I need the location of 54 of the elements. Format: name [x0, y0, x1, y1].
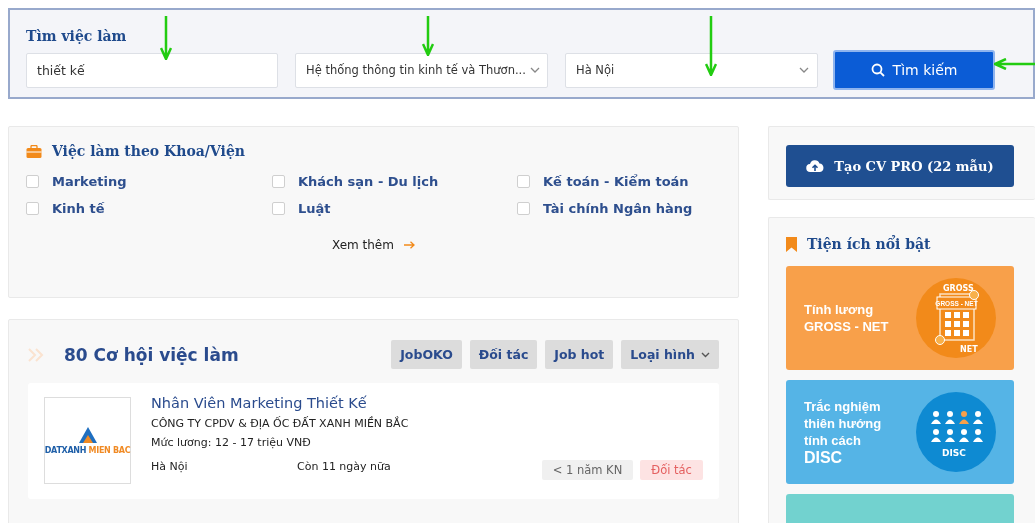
filter-button[interactable]: JobOKO [391, 340, 462, 369]
triangle-logo-icon [77, 426, 98, 444]
search-title: Tìm việc làm [26, 28, 127, 44]
checkbox[interactable] [272, 202, 285, 215]
utility-tile[interactable]: Trắc nghiệm thiên hướng tính cách DISC DISC [785, 380, 1014, 484]
company-name: CÔNG TY CPDV & ĐỊA ỐC ĐẤT XANH MIỀN BẮC [151, 417, 410, 430]
faculty-dropdown[interactable]: Hệ thống thông tin kinh tế và Thươn... [295, 52, 548, 88]
checkbox[interactable] [26, 175, 39, 188]
job-card[interactable]: DATXANH MIEN BAC Nhân Viên Marketing Thiết Kế CÔNG TY CPDV & ĐỊA ỐC ĐẤT XANH MIỀN BẮC Mức lương: 12 - 17 triệu VNĐ Hà Nội Còn 11 ngày nữa < 1 năm KN Đối tác [28, 383, 719, 499]
filter-button[interactable]: Đối tác [469, 340, 538, 369]
checkbox[interactable] [517, 175, 530, 188]
tile-text: Trắc nghiệm thiên hướng tính cách [803, 397, 882, 449]
create-cv-button[interactable]: Tạo CV PRO (22 mẫu) [785, 145, 1014, 187]
people-grid-drawing: DISC [915, 392, 996, 472]
logo-text: DATXANH MIEN BAC [44, 446, 131, 455]
briefcase-icon [26, 144, 42, 158]
chevron-down-icon [799, 65, 809, 75]
filter-button[interactable]: Job hot [545, 340, 614, 369]
location-dropdown[interactable]: Hà Nội [565, 52, 818, 88]
chevron-down-icon [700, 350, 710, 359]
faculty-option[interactable]: Kế toán - Kiểm toán [517, 174, 717, 189]
see-more-link[interactable]: Xem thêm [332, 238, 394, 252]
checkbox[interactable] [517, 202, 530, 215]
experience-tag: < 1 năm KN [541, 460, 634, 480]
section-title: Tiện ích nổi bật [806, 236, 931, 252]
job-title-link[interactable]: Nhân Viên Marketing Thiết Kế [151, 395, 703, 411]
annotation-arrow [422, 16, 434, 56]
faculty-option[interactable]: Luật [272, 201, 517, 216]
faculty-option[interactable]: Kinh tế [26, 201, 272, 216]
annotation-arrow [994, 58, 1035, 70]
filter-dropdown[interactable]: Loại hình [621, 340, 719, 369]
deadline-text: Còn 11 ngày nữa [297, 459, 392, 473]
double-chevron-icon [28, 347, 44, 362]
checkbox[interactable] [26, 202, 39, 215]
tile-highlight: DISC [803, 448, 844, 467]
partner-tag: Đối tác [640, 460, 703, 480]
checkbox[interactable] [272, 175, 285, 188]
arrow-right-icon [403, 241, 415, 249]
faculty-option[interactable]: Khách sạn - Du lịch [272, 174, 517, 189]
cloud-upload-icon [806, 159, 825, 173]
annotation-arrow [705, 16, 717, 76]
search-button[interactable]: Tìm kiếm [833, 50, 995, 90]
chevron-down-icon [529, 65, 540, 75]
tile-text: Tính lương GROSS - NET [803, 301, 889, 335]
faculty-option[interactable]: Marketing [26, 174, 272, 189]
section-title: Việc làm theo Khoa/Viện [52, 143, 245, 159]
location-text: Hà Nội [151, 459, 189, 473]
faculty-option[interactable]: Tài chính Ngân hàng [517, 201, 717, 216]
salary-text: Mức lương: 12 - 17 triệu VNĐ [151, 436, 312, 449]
section-title: 80 Cơ hội việc làm [64, 344, 239, 365]
annotation-arrow [160, 16, 172, 60]
bookmark-icon [785, 236, 797, 252]
keyword-field[interactable]: thiết kế [26, 52, 278, 88]
search-icon [870, 63, 885, 77]
